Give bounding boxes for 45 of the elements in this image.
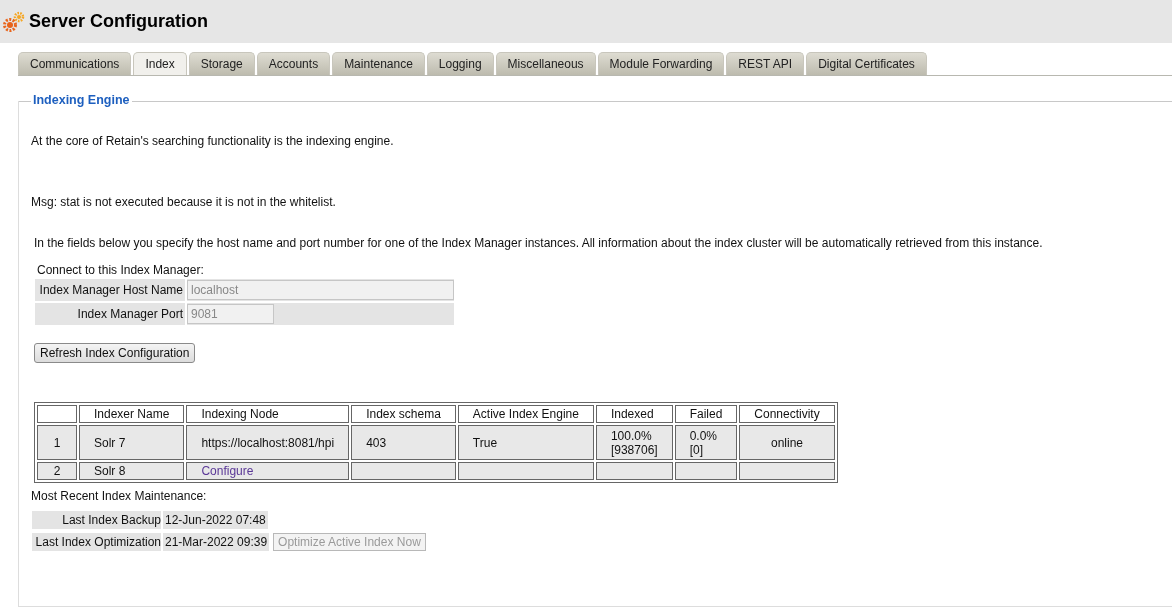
header-cell: Indexed [595, 405, 673, 423]
tab[interactable]: Digital Certificates [806, 52, 927, 75]
maintenance-value: 21-Mar-2022 09:39 [163, 533, 270, 551]
maintenance-label: Most Recent Index Maintenance: [31, 489, 208, 503]
refresh-button[interactable]: Refresh Index Configuration [34, 343, 196, 363]
message-text: Msg: stat is not executed because it is not in the whitelist. [31, 194, 337, 209]
tab[interactable]: Miscellaneous [495, 52, 596, 75]
header-cell [37, 405, 77, 423]
tab[interactable]: Accounts [256, 52, 331, 75]
maintenance-key: Last Index Optimization [32, 533, 161, 551]
maintenance-value: 12-Jun-2022 07:48 [163, 511, 268, 529]
header-cell: Active Index Engine [457, 405, 594, 423]
gears-icon [2, 9, 26, 34]
tab[interactable]: Logging [426, 52, 494, 75]
table-cell: 2 [37, 462, 77, 480]
table-cell: 1 [37, 425, 77, 460]
table-cell [674, 462, 738, 480]
maintenance-key: Last Index Backup [32, 511, 161, 529]
tab[interactable]: Index [133, 52, 187, 75]
field-label: Index Manager Port [35, 303, 185, 325]
tab[interactable]: REST API [726, 52, 805, 75]
header-cell: Failed [674, 405, 738, 423]
table-cell: True [457, 425, 594, 460]
table-cell: online [739, 425, 835, 460]
tab[interactable]: Storage [188, 52, 255, 75]
section-legend: Indexing Engine [31, 93, 132, 107]
table-cell: https://localhost:8081/hpi [186, 425, 350, 460]
table-cell: Solr 8 [79, 462, 185, 480]
header-cell: Connectivity [739, 405, 835, 423]
tab[interactable]: Maintenance [332, 52, 425, 75]
intro-text: At the core of Retain's searching functionality is the indexing engine. [31, 133, 395, 148]
field-label: Index Manager Host Name [35, 279, 185, 301]
header-cell: Indexing Node [186, 405, 350, 423]
connect-label: Connect to this Index Manager: [36, 262, 205, 277]
header-cell: Indexer Name [79, 405, 185, 423]
description-text: In the fields below you specify the host name and port number for one of the Index Manager instances. All information about the index cluster will be automatically retrieved from this instance. [33, 235, 1044, 250]
header-cell: Index schema [351, 405, 456, 423]
page-title: Server Configuration [29, 11, 209, 32]
table-cell: 0.0% [0] [674, 425, 738, 460]
tab[interactable]: Communications [18, 52, 132, 75]
tab[interactable]: Module Forwarding [597, 52, 725, 75]
table-cell: 403 [351, 425, 456, 460]
table-cell: Solr 7 [79, 425, 185, 460]
table-cell: 100.0% [938706] [595, 425, 673, 460]
table-cell[interactable]: Configure [186, 462, 350, 480]
